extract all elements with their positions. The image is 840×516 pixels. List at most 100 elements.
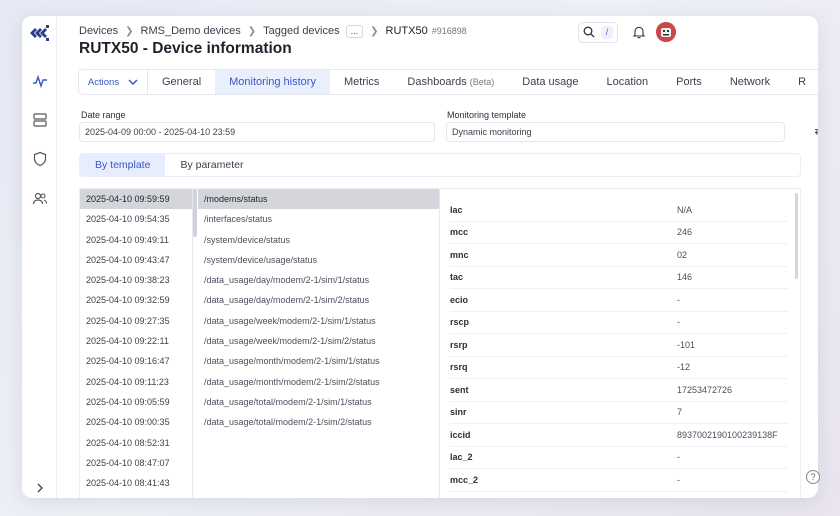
tab-label: Data usage xyxy=(522,76,579,88)
list-item[interactable]: /data_usage/month/modem/2-1/sim/2/status xyxy=(198,372,439,392)
tab-general[interactable]: General xyxy=(148,70,215,94)
list-item[interactable]: 2025-04-10 08:47:07 xyxy=(80,453,192,473)
detail-key: lac xyxy=(450,204,463,215)
detail-value: -12 xyxy=(677,362,691,373)
list-item[interactable]: 2025-04-10 08:41:43 xyxy=(80,473,192,493)
search-button[interactable]: / xyxy=(578,21,618,43)
actions-label: Actions xyxy=(87,76,120,88)
chevron-right-icon: ❯ xyxy=(370,25,379,37)
device-tabs: Actions General Monitoring history Metri… xyxy=(78,69,818,95)
status-details: lac N/A mcc 246 mnc 02 tac 146 ecio - rscp - r… xyxy=(450,199,788,492)
list-item[interactable]: 2025-04-10 09:27:35 xyxy=(80,311,192,331)
detail-key: rscp xyxy=(450,317,470,328)
breadcrumb-more-button[interactable]: ... xyxy=(345,24,364,38)
list-item[interactable]: 2025-04-10 09:43:47 xyxy=(80,250,192,270)
list-item[interactable]: /modems/status xyxy=(198,189,439,210)
details-scrollbar[interactable] xyxy=(795,193,798,279)
breadcrumb-devices[interactable]: Devices xyxy=(79,25,118,37)
detail-value: 02 xyxy=(677,249,688,260)
list-item[interactable]: /data_usage/total/modem/2-1/sim/1/status xyxy=(198,392,439,412)
list-item[interactable]: 2025-04-10 09:54:35 xyxy=(80,209,192,229)
tab-location[interactable]: Location xyxy=(593,70,663,94)
tab-by-parameter[interactable]: By parameter xyxy=(165,154,258,176)
header-actions: / xyxy=(578,21,676,43)
list-item[interactable]: /data_usage/day/modem/2-1/sim/2/status xyxy=(198,290,439,310)
list-item[interactable]: /system/device/status xyxy=(198,230,439,250)
detail-key: mcc_2 xyxy=(450,474,479,485)
tab-label: Dashboards xyxy=(407,76,467,88)
help-button[interactable]: ? xyxy=(806,470,820,484)
detail-value: - xyxy=(677,294,680,305)
table-row: rsrq -12 xyxy=(450,357,788,379)
list-item[interactable]: 2025-04-10 09:11:23 xyxy=(80,372,192,392)
template-path-list[interactable]: /modems/status /interfaces/status /syste… xyxy=(198,189,440,498)
detail-value: - xyxy=(677,452,680,463)
chevron-right-icon[interactable] xyxy=(33,481,47,495)
list-item[interactable]: 2025-04-10 09:16:47 xyxy=(80,351,192,371)
timestamp-list[interactable]: 2025-04-10 09:59:59 2025-04-10 09:54:35 … xyxy=(80,189,193,498)
bell-icon[interactable] xyxy=(632,25,646,39)
list-item[interactable]: /data_usage/day/modem/2-1/sim/1/status xyxy=(198,270,439,290)
tab-overflow[interactable]: R xyxy=(784,70,806,94)
detail-key: mnc xyxy=(450,249,469,260)
list-item[interactable]: /system/device/usage/status xyxy=(198,250,439,270)
search-icon xyxy=(583,26,595,38)
swap-icon[interactable] xyxy=(813,125,818,137)
activity-icon[interactable] xyxy=(32,73,48,89)
tab-metrics[interactable]: Metrics xyxy=(330,70,393,94)
tab-network[interactable]: Network xyxy=(716,70,784,94)
list-item[interactable]: 2025-04-10 09:05:59 xyxy=(80,392,192,412)
sidebar xyxy=(22,16,57,498)
chevron-right-icon: ❯ xyxy=(247,25,257,37)
tab-monitoring-history[interactable]: Monitoring history xyxy=(215,70,330,94)
chevron-right-icon: ❯ xyxy=(125,25,134,37)
tab-dashboards[interactable]: Dashboards (Beta) xyxy=(393,70,508,94)
device-serial: #916898 xyxy=(431,26,467,36)
actions-dropdown[interactable]: Actions xyxy=(79,70,148,94)
date-range-label: Date range xyxy=(81,110,126,120)
list-item[interactable]: /interfaces/status xyxy=(198,209,439,229)
table-row: mcc_2 - xyxy=(450,469,788,492)
list-item[interactable]: 2025-04-10 09:00:35 xyxy=(80,412,192,432)
view-toggle: By template By parameter xyxy=(79,153,801,177)
list-item[interactable]: 2025-04-10 09:59:59 xyxy=(80,189,192,210)
table-row: rsrp -101 xyxy=(450,334,788,357)
detail-key: iccid xyxy=(450,429,471,440)
beta-badge: (Beta) xyxy=(469,77,495,87)
list-item[interactable]: /data_usage/week/modem/2-1/sim/2/status xyxy=(198,331,439,351)
logo-icon[interactable] xyxy=(29,24,51,42)
server-icon[interactable] xyxy=(32,112,48,128)
table-row: lac N/A xyxy=(450,199,788,222)
detail-value: N/A xyxy=(677,204,693,215)
detail-value: 17253472726 xyxy=(677,384,733,395)
detail-value: 8937002190100239138F xyxy=(677,429,778,440)
list-item[interactable]: /data_usage/total/modem/2-1/sim/2/status xyxy=(198,412,439,432)
date-range-input[interactable]: 2025-04-09 00:00 - 2025-04-10 23:59 xyxy=(79,122,435,142)
shield-icon[interactable] xyxy=(32,151,48,167)
list-item[interactable]: 2025-04-10 09:32:59 xyxy=(80,290,192,310)
subtab-label: By template xyxy=(95,159,151,171)
list-item[interactable]: 2025-04-10 09:38:23 xyxy=(80,270,192,290)
list-item[interactable]: /data_usage/month/modem/2-1/sim/1/status xyxy=(198,351,439,371)
timestamp-scrollbar[interactable] xyxy=(193,189,197,237)
tab-label: R xyxy=(798,76,807,88)
tab-by-template[interactable]: By template xyxy=(80,154,166,176)
list-item[interactable]: 2025-04-10 08:52:31 xyxy=(80,433,192,453)
breadcrumb-rms-demo[interactable]: RMS_Demo devices xyxy=(141,25,241,37)
detail-value: 146 xyxy=(677,272,693,283)
users-icon[interactable] xyxy=(32,191,48,207)
app-window: Devices ❯ RMS_Demo devices ❯ Tagged devi… xyxy=(22,16,818,498)
list-item[interactable]: /data_usage/week/modem/2-1/sim/1/status xyxy=(198,311,439,331)
breadcrumb-current: RUTX50 xyxy=(385,25,428,37)
table-row: lac_2 - xyxy=(450,447,788,469)
tab-label: General xyxy=(162,76,202,88)
table-row: iccid 8937002190100239138F xyxy=(450,424,788,447)
tab-data-usage[interactable]: Data usage xyxy=(508,70,592,94)
list-item[interactable]: 2025-04-10 09:22:11 xyxy=(80,331,192,351)
list-item[interactable]: 2025-04-10 09:49:11 xyxy=(80,230,192,250)
avatar[interactable] xyxy=(656,22,676,42)
table-row: sinr 7 xyxy=(450,402,788,424)
template-select[interactable]: Dynamic monitoring xyxy=(446,122,785,142)
breadcrumb-tagged[interactable]: Tagged devices xyxy=(263,25,339,37)
tab-ports[interactable]: Ports xyxy=(662,70,716,94)
